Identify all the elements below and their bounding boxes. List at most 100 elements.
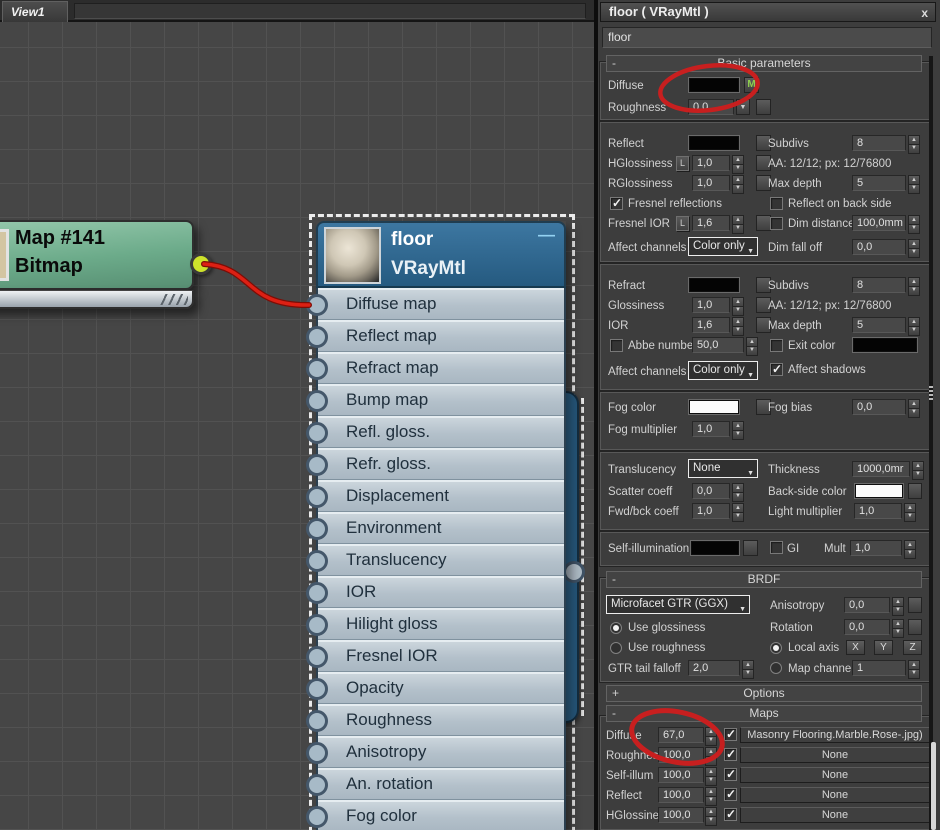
dim-distance-checkbox[interactable] [770, 217, 783, 230]
tab-bar-empty-area[interactable] [74, 3, 586, 19]
abbe-number-spinner[interactable] [746, 337, 758, 354]
use-glossiness-radio[interactable] [610, 622, 622, 634]
light-multiplier-spinner[interactable] [904, 503, 916, 520]
map-amount-input[interactable]: 100,0 [658, 747, 704, 763]
panel-scroll-grip[interactable] [929, 386, 933, 402]
affect-shadows-checkbox[interactable] [770, 362, 783, 376]
exit-color-checkbox[interactable] [770, 339, 783, 352]
roughness-map-slot-button[interactable] [756, 99, 771, 115]
scatter-coeff-input[interactable]: 0,0 [692, 483, 730, 499]
node-graph-canvas[interactable]: Map #141 Bitmap floor VRayMtl — Diffuse … [0, 22, 596, 830]
map-assignment-button[interactable]: None [740, 787, 930, 803]
local-axis-radio[interactable] [770, 642, 782, 654]
reflect-subdivs-input[interactable]: 8 [852, 135, 906, 151]
map-amount-input[interactable]: 100,0 [658, 767, 704, 783]
abbe-number-input[interactable]: 50,0 [692, 337, 744, 353]
slot-input-socket[interactable] [306, 326, 328, 348]
dim-falloff-input[interactable]: 0,0 [852, 239, 906, 255]
hglossiness-input[interactable]: 1,0 [692, 155, 730, 171]
translucency-dropdown[interactable]: None [688, 459, 758, 478]
rollout-maps[interactable]: - Maps [606, 705, 922, 722]
thickness-spinner[interactable] [912, 461, 924, 478]
slot-input-socket[interactable] [306, 582, 328, 604]
map-enabled-checkbox[interactable] [724, 767, 737, 781]
fog-multiplier-input[interactable]: 1,0 [692, 421, 730, 437]
node-slot[interactable]: Reflect map [306, 320, 564, 352]
refract-subdivs-spinner[interactable] [908, 277, 920, 294]
slot-input-socket[interactable] [306, 806, 328, 828]
anisotropy-input[interactable]: 0,0 [844, 597, 890, 613]
node-slot[interactable]: Roughness [306, 704, 564, 736]
material-name-input[interactable]: floor [602, 27, 932, 48]
reflect-max-depth-spinner[interactable] [908, 175, 920, 192]
mult-spinner[interactable] [904, 540, 916, 557]
reflect-max-depth-input[interactable]: 5 [852, 175, 906, 191]
anisotropy-spinner[interactable] [892, 597, 904, 614]
expand-plus-icon[interactable]: + [612, 686, 619, 701]
scatter-coeff-spinner[interactable] [732, 483, 744, 500]
map-amount-input[interactable]: 67,0 [658, 727, 704, 743]
anisotropy-map-slot-button[interactable] [908, 597, 922, 613]
brdf-type-dropdown[interactable]: Microfacet GTR (GGX) [606, 595, 750, 614]
map-channel-radio[interactable] [770, 662, 782, 674]
ior-input[interactable]: 1,6 [692, 317, 730, 333]
slot-input-socket[interactable] [306, 678, 328, 700]
slot-input-socket[interactable] [306, 646, 328, 668]
back-side-map-slot-button[interactable] [908, 483, 922, 499]
axis-z-button[interactable]: Z [903, 640, 922, 655]
reflect-affect-channels-dropdown[interactable]: Color only [688, 237, 758, 256]
ior-spinner[interactable] [732, 317, 744, 334]
rotation-spinner[interactable] [892, 619, 904, 636]
refract-max-depth-spinner[interactable] [908, 317, 920, 334]
fog-bias-input[interactable]: 0,0 [852, 399, 906, 415]
axis-x-button[interactable]: X [846, 640, 865, 655]
node-slot[interactable]: Bump map [306, 384, 564, 416]
reflect-color-swatch[interactable] [688, 135, 740, 151]
roughness-input[interactable]: 0,0 [688, 99, 734, 115]
node-slot[interactable]: Fog color [306, 800, 564, 830]
slot-input-socket[interactable] [306, 422, 328, 444]
rglossiness-input[interactable]: 1,0 [692, 175, 730, 191]
hglossiness-spinner[interactable] [732, 155, 744, 172]
glossiness-input[interactable]: 1,0 [692, 297, 730, 313]
fog-bias-spinner[interactable] [908, 399, 920, 416]
resize-grip-icon[interactable] [160, 294, 188, 305]
rotation-map-slot-button[interactable] [908, 619, 922, 635]
tab-view1[interactable]: View1 [2, 1, 68, 22]
collapse-minus-icon[interactable]: - [612, 572, 616, 587]
gi-checkbox[interactable] [770, 541, 783, 554]
slot-input-socket[interactable] [306, 550, 328, 572]
refract-subdivs-input[interactable]: 8 [852, 277, 906, 293]
map-amount-input[interactable]: 100,0 [658, 807, 704, 823]
fresnel-reflections-checkbox[interactable] [610, 196, 623, 210]
node-slot[interactable]: Refract map [306, 352, 564, 384]
node-slot[interactable]: Fresnel IOR [306, 640, 564, 672]
abbe-number-checkbox[interactable] [610, 339, 623, 352]
diffuse-map-button[interactable]: M [744, 77, 759, 93]
bitmap-node-footer[interactable] [0, 290, 194, 309]
fog-multiplier-spinner[interactable] [732, 421, 744, 438]
map-amount-spinner[interactable] [705, 787, 717, 804]
rotation-input[interactable]: 0,0 [844, 619, 890, 635]
slot-input-socket[interactable] [306, 486, 328, 508]
back-side-color-swatch[interactable] [854, 483, 904, 499]
diffuse-color-swatch[interactable] [688, 77, 740, 93]
glossiness-spinner[interactable] [732, 297, 744, 314]
node-slot[interactable]: An. rotation [306, 768, 564, 800]
map-enabled-checkbox[interactable] [724, 747, 737, 761]
light-multiplier-input[interactable]: 1,0 [854, 503, 902, 519]
fwdbck-coeff-spinner[interactable] [732, 503, 744, 520]
map-amount-spinner[interactable] [705, 747, 717, 764]
slot-input-socket[interactable] [306, 294, 328, 316]
fresnel-ior-lock-button[interactable]: L [676, 216, 689, 231]
node-vraymtl[interactable]: floor VRayMtl — Diffuse map Reflect map [306, 221, 566, 830]
reflect-back-side-checkbox[interactable] [770, 197, 783, 210]
node-slot[interactable]: Refr. gloss. [306, 448, 564, 480]
node-bitmap[interactable]: Map #141 Bitmap [0, 220, 194, 290]
gtr-tail-falloff-input[interactable]: 2,0 [688, 660, 740, 676]
slot-input-socket[interactable] [306, 518, 328, 540]
thickness-input[interactable]: 1000,0mr [852, 461, 910, 477]
use-roughness-radio[interactable] [610, 642, 622, 654]
fresnel-ior-map-slot-button[interactable] [756, 215, 771, 231]
material-output-socket[interactable] [563, 561, 585, 583]
